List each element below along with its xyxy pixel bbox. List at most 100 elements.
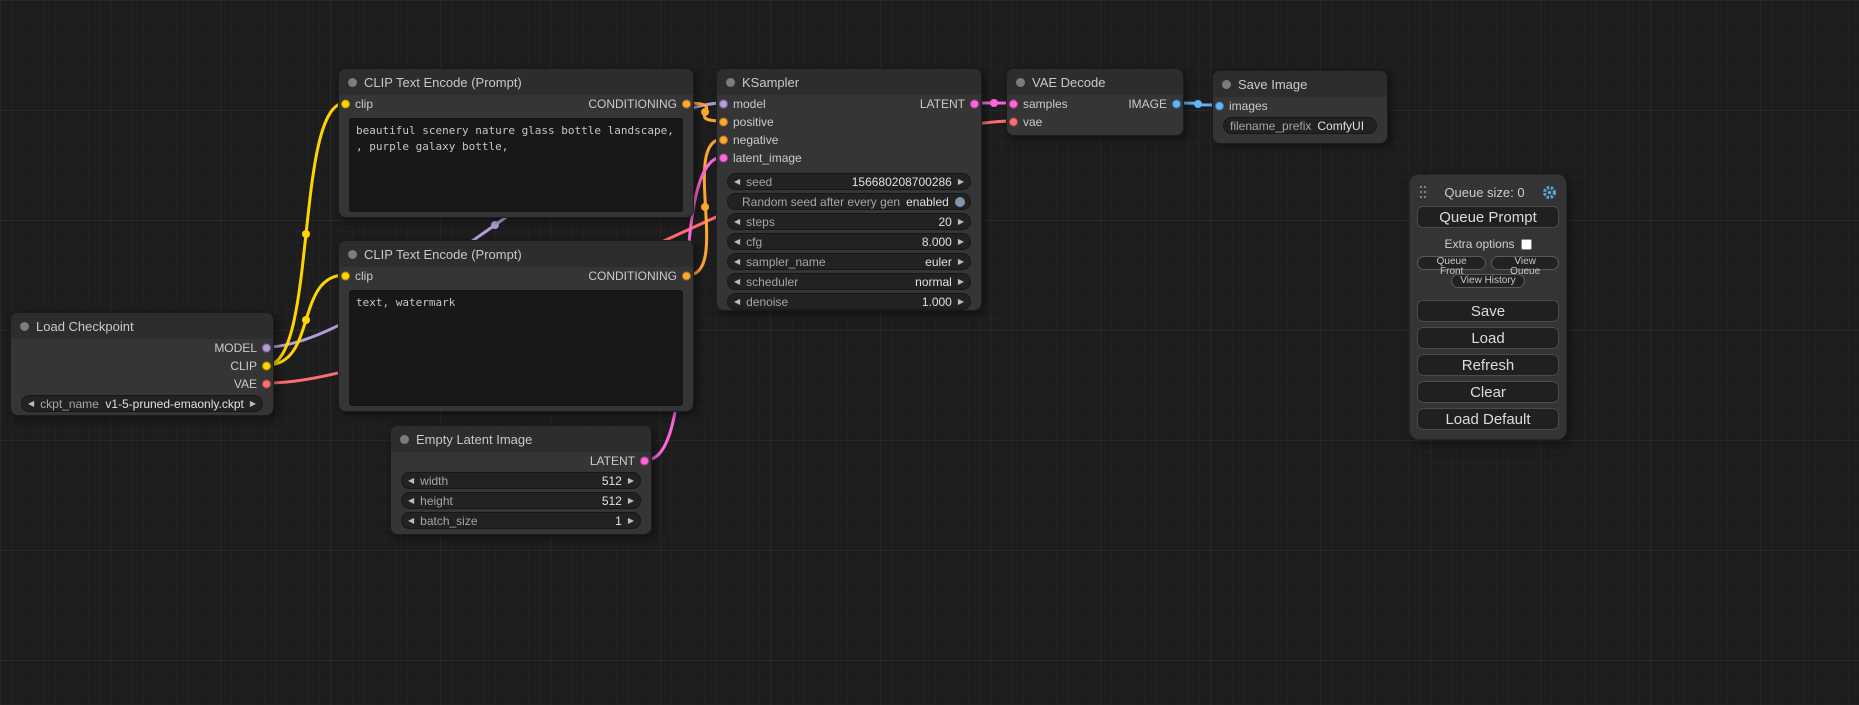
input-label-model: model bbox=[733, 97, 766, 111]
widget-name: steps bbox=[746, 215, 775, 229]
decrement-arrow-icon[interactable]: ◀ bbox=[734, 258, 740, 266]
output-slot-conditioning[interactable] bbox=[682, 272, 691, 281]
widget-control-after-generate[interactable]: Random seed after every gen enabled bbox=[727, 193, 971, 210]
widget-name: ckpt_name bbox=[40, 397, 99, 411]
output-label-conditioning: CONDITIONING bbox=[588, 269, 677, 283]
input-slot-clip[interactable] bbox=[341, 272, 350, 281]
view-queue-button[interactable]: View Queue bbox=[1491, 256, 1559, 270]
input-slot-negative[interactable] bbox=[719, 136, 728, 145]
output-slot-conditioning[interactable] bbox=[682, 100, 691, 109]
input-label-latent-image: latent_image bbox=[733, 151, 802, 165]
widget-sampler-name[interactable]: ◀ sampler_name euler ▶ bbox=[727, 253, 971, 270]
node-title-bar[interactable]: Save Image bbox=[1213, 71, 1387, 97]
workflow-buttons: Save Load Refresh Clear Load Default bbox=[1417, 300, 1559, 430]
widget-name: denoise bbox=[746, 295, 788, 309]
decrement-arrow-icon[interactable]: ◀ bbox=[408, 497, 414, 505]
decrement-arrow-icon[interactable]: ◀ bbox=[734, 218, 740, 226]
node-ksampler[interactable]: KSampler model LATENT positive negative … bbox=[716, 68, 982, 311]
node-vae-decode[interactable]: VAE Decode samples IMAGE vae bbox=[1006, 68, 1184, 136]
settings-gear-icon[interactable] bbox=[1542, 185, 1557, 200]
widget-ckpt-name[interactable]: ◀ ckpt_name v1-5-pruned-emaonly.ckpt ▶ bbox=[21, 395, 263, 412]
input-slot-model[interactable] bbox=[719, 100, 728, 109]
graph-canvas[interactable]: Load Checkpoint MODEL CLIP VAE ◀ ckpt_na… bbox=[0, 0, 1859, 705]
input-slot-images[interactable] bbox=[1215, 102, 1224, 111]
extra-options-checkbox[interactable] bbox=[1521, 239, 1532, 250]
negative-prompt-textarea[interactable]: text, watermark bbox=[349, 290, 683, 406]
menu-header: Queue size: 0 bbox=[1417, 182, 1559, 202]
widget-scheduler[interactable]: ◀ scheduler normal ▶ bbox=[727, 273, 971, 290]
widget-width[interactable]: ◀ width 512 ▶ bbox=[401, 472, 641, 489]
widget-steps[interactable]: ◀ steps 20 ▶ bbox=[727, 213, 971, 230]
input-slot-vae[interactable] bbox=[1009, 118, 1018, 127]
node-load-checkpoint[interactable]: Load Checkpoint MODEL CLIP VAE ◀ ckpt_na… bbox=[10, 312, 274, 416]
link-midpoint-dot bbox=[1194, 100, 1202, 108]
node-status-dot bbox=[1222, 80, 1231, 89]
decrement-arrow-icon[interactable]: ◀ bbox=[734, 298, 740, 306]
clear-button[interactable]: Clear bbox=[1417, 381, 1559, 403]
node-empty-latent-image[interactable]: Empty Latent Image LATENT ◀ width 512 ▶ … bbox=[390, 425, 652, 535]
input-slot-positive[interactable] bbox=[719, 118, 728, 127]
increment-arrow-icon[interactable]: ▶ bbox=[958, 298, 964, 306]
input-slot-latent-image[interactable] bbox=[719, 154, 728, 163]
output-slot-vae[interactable] bbox=[262, 380, 271, 389]
widget-batch-size[interactable]: ◀ batch_size 1 ▶ bbox=[401, 512, 641, 529]
input-slot-samples[interactable] bbox=[1009, 100, 1018, 109]
increment-arrow-icon[interactable]: ▶ bbox=[958, 238, 964, 246]
decrement-arrow-icon[interactable]: ◀ bbox=[734, 278, 740, 286]
node-title-bar[interactable]: Load Checkpoint bbox=[11, 313, 273, 339]
menu-drag-handle-icon[interactable] bbox=[1419, 185, 1427, 199]
increment-arrow-icon[interactable]: ▶ bbox=[958, 178, 964, 186]
positive-prompt-textarea[interactable]: beautiful scenery nature glass bottle la… bbox=[349, 118, 683, 212]
queue-prompt-button[interactable]: Queue Prompt bbox=[1417, 206, 1559, 228]
output-slot-latent[interactable] bbox=[640, 457, 649, 466]
link-midpoint-dot bbox=[302, 230, 310, 238]
node-title-bar[interactable]: CLIP Text Encode (Prompt) bbox=[339, 241, 693, 267]
increment-arrow-icon[interactable]: ▶ bbox=[958, 218, 964, 226]
output-slot-model[interactable] bbox=[262, 344, 271, 353]
increment-arrow-icon[interactable]: ▶ bbox=[628, 497, 634, 505]
widget-height[interactable]: ◀ height 512 ▶ bbox=[401, 492, 641, 509]
slot-row: VAE bbox=[11, 375, 273, 393]
node-title-bar[interactable]: VAE Decode bbox=[1007, 69, 1183, 95]
widget-seed[interactable]: ◀ seed 156680208700286 ▶ bbox=[727, 173, 971, 190]
increment-arrow-icon[interactable]: ▶ bbox=[628, 477, 634, 485]
node-title-bar[interactable]: CLIP Text Encode (Prompt) bbox=[339, 69, 693, 95]
widget-denoise[interactable]: ◀ denoise 1.000 ▶ bbox=[727, 293, 971, 310]
widget-filename-prefix[interactable]: filename_prefix ComfyUI bbox=[1223, 117, 1377, 134]
load-default-button[interactable]: Load Default bbox=[1417, 408, 1559, 430]
increment-arrow-icon[interactable]: ▶ bbox=[250, 400, 256, 408]
output-slot-image[interactable] bbox=[1172, 100, 1181, 109]
decrement-arrow-icon[interactable]: ◀ bbox=[734, 238, 740, 246]
decrement-arrow-icon[interactable]: ◀ bbox=[408, 477, 414, 485]
view-history-button[interactable]: View History bbox=[1451, 274, 1524, 288]
save-button[interactable]: Save bbox=[1417, 300, 1559, 322]
increment-arrow-icon[interactable]: ▶ bbox=[958, 258, 964, 266]
widget-cfg[interactable]: ◀ cfg 8.000 ▶ bbox=[727, 233, 971, 250]
node-title: VAE Decode bbox=[1032, 75, 1105, 90]
load-button[interactable]: Load bbox=[1417, 327, 1559, 349]
increment-arrow-icon[interactable]: ▶ bbox=[628, 517, 634, 525]
decrement-arrow-icon[interactable]: ◀ bbox=[28, 400, 34, 408]
output-slot-clip[interactable] bbox=[262, 362, 271, 371]
slot-row: samples IMAGE bbox=[1007, 95, 1183, 113]
widget-value: 512 bbox=[602, 494, 622, 508]
input-slot-clip[interactable] bbox=[341, 100, 350, 109]
node-clip-text-encode-negative[interactable]: CLIP Text Encode (Prompt) clip CONDITION… bbox=[338, 240, 694, 412]
decrement-arrow-icon[interactable]: ◀ bbox=[734, 178, 740, 186]
link-midpoint-dot bbox=[990, 99, 998, 107]
output-slot-latent[interactable] bbox=[970, 100, 979, 109]
increment-arrow-icon[interactable]: ▶ bbox=[958, 278, 964, 286]
decrement-arrow-icon[interactable]: ◀ bbox=[408, 517, 414, 525]
input-label-clip: clip bbox=[355, 97, 373, 111]
node-clip-text-encode-positive[interactable]: CLIP Text Encode (Prompt) clip CONDITION… bbox=[338, 68, 694, 218]
node-title-bar[interactable]: KSampler bbox=[717, 69, 981, 95]
node-title-bar[interactable]: Empty Latent Image bbox=[391, 426, 651, 452]
queue-front-button[interactable]: Queue Front bbox=[1417, 256, 1486, 270]
extra-options-row: Extra options bbox=[1417, 237, 1559, 251]
refresh-button[interactable]: Refresh bbox=[1417, 354, 1559, 376]
widget-value: v1-5-pruned-emaonly.ckpt bbox=[105, 397, 244, 411]
node-title: Save Image bbox=[1238, 77, 1307, 92]
toggle-knob[interactable] bbox=[955, 197, 965, 207]
node-save-image[interactable]: Save Image images filename_prefix ComfyU… bbox=[1212, 70, 1388, 144]
node-status-dot bbox=[726, 78, 735, 87]
